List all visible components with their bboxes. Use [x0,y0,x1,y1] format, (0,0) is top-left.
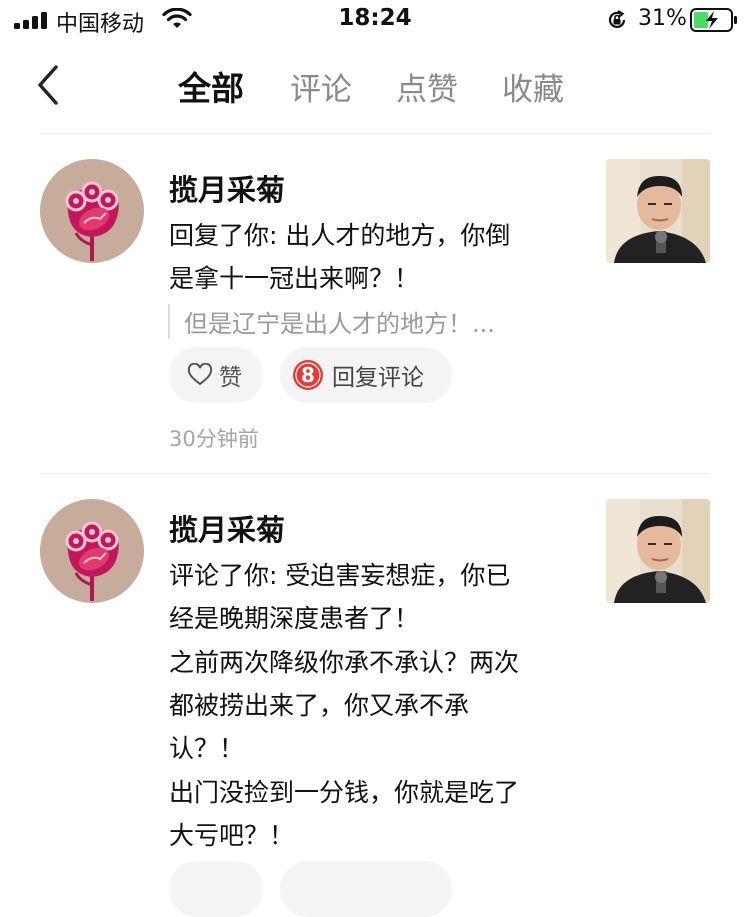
flower-avatar-icon [65,181,119,261]
avatar[interactable] [40,159,144,263]
tab-comments[interactable]: 评论 [290,64,352,109]
header-divider [40,133,710,134]
post-thumbnail[interactable] [606,159,710,263]
like-label: 赞 [219,365,242,391]
flower-avatar-icon [65,521,119,601]
person-photo [606,159,710,263]
person-photo [606,499,710,603]
comment-text: 认？！ [169,734,245,763]
item-divider [40,473,710,474]
like-button[interactable]: 赞 [169,347,263,403]
tab-likes[interactable]: 点赞 [396,64,458,109]
tab-favorites[interactable]: 收藏 [502,64,564,109]
username[interactable]: 揽月采菊 [169,507,285,549]
comment-text: 之前两次降级你承不承认？两次 [169,648,520,677]
reply-label: 回复评论 [332,365,424,391]
like-button[interactable] [169,861,263,917]
back-icon[interactable] [34,64,64,106]
reply-comment-button[interactable]: 8 回复评论 [280,347,452,403]
username[interactable]: 揽月采菊 [169,167,285,209]
status-bar: 中国移动 18:24 31% [0,0,750,40]
post-thumbnail[interactable] [606,499,710,603]
reply-badge-number: 8 [301,363,315,387]
comment-text: 经是晚期深度患者了！ [169,604,420,633]
tab-all[interactable]: 全部 [178,62,244,110]
battery-charging-icon [690,8,737,32]
comment-text: 回复了你: 出人才的地方，你倒 [169,221,511,250]
quoted-comment[interactable]: 但是辽宁是出人才的地方！... [168,304,495,339]
heart-icon [187,363,213,386]
rotation-lock-icon [608,10,626,29]
avatar[interactable] [40,499,144,603]
reply-comment-button[interactable] [280,861,452,917]
comment-text: 出门没捡到一分钱，你就是吃了 [169,778,520,807]
timestamp: 30分钟前 [169,427,259,451]
comment-text: 评论了你: 受迫害妄想症，你已 [169,561,511,590]
comment-text: 都被捞出来了，你又承不承 [169,691,470,720]
comment-text: 是拿十一冠出来啊？！ [169,264,420,293]
battery-percent: 31% [638,6,687,31]
comment-text: 大亏吧？！ [169,821,295,850]
